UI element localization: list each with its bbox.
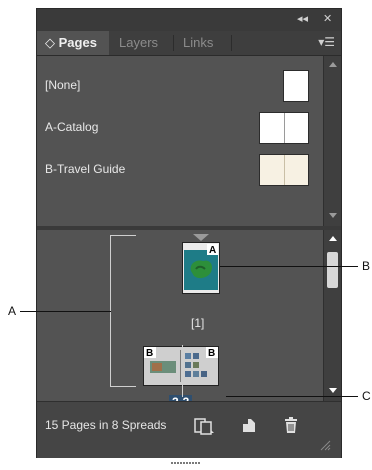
callout-c-pointer: [182, 345, 183, 397]
page-count-status: 15 Pages in 8 Spreads: [45, 418, 167, 432]
tab-active-icon: ◇: [45, 35, 55, 50]
tab-layers-label: Layers: [119, 35, 159, 50]
scroll-down-icon[interactable]: [329, 213, 337, 218]
panel-drag-grip[interactable]: [171, 452, 201, 470]
panel-footer: 15 Pages in 8 Spreads: [37, 401, 341, 464]
master-thumbnail[interactable]: [283, 70, 309, 102]
tab-pages-label: Pages: [58, 35, 97, 50]
master-row-a-catalog[interactable]: A-Catalog: [37, 110, 325, 146]
edit-page-size-icon[interactable]: [193, 416, 215, 441]
callout-b-label: B: [362, 259, 371, 273]
spread-left-master-letter: B: [146, 348, 153, 359]
callout-c-line: [226, 396, 358, 397]
close-panel-icon[interactable]: ✕: [323, 12, 332, 26]
master-label: B-Travel Guide: [45, 162, 126, 176]
spread-right-master-letter: B: [208, 348, 215, 359]
master-row-none[interactable]: [None]: [37, 68, 325, 104]
panel-tab-bar: ◇ Pages Layers Links ▾☰: [37, 31, 341, 56]
tab-pages[interactable]: ◇ Pages: [37, 31, 109, 55]
pages-scrollbar[interactable]: [323, 230, 341, 401]
master-thumbnail[interactable]: [259, 154, 309, 186]
masters-section: [None] A-Catalog B-Travel Guide: [37, 56, 325, 227]
scroll-up-icon[interactable]: [329, 236, 337, 241]
panel-menu-icon[interactable]: ▾☰: [318, 35, 335, 49]
callout-a-line: [20, 311, 111, 312]
spread-2-3-art: B B: [144, 347, 218, 382]
tab-divider: [173, 35, 174, 51]
tab-layers[interactable]: Layers: [111, 31, 166, 55]
master-thumbnail[interactable]: [259, 112, 309, 144]
spread-divider: [284, 113, 285, 143]
scroll-up-icon[interactable]: [329, 62, 337, 67]
delete-page-icon[interactable]: [283, 416, 299, 439]
callout-b-line: [220, 266, 358, 267]
callout-a-bracket-bottom: [110, 386, 136, 387]
callout-a-label: A: [8, 304, 17, 318]
tab-links-label: Links: [183, 35, 214, 50]
resize-grip-icon[interactable]: [319, 438, 331, 456]
page-1-master-letter: A: [209, 245, 216, 256]
panel-title-bar: ◂◂ ✕: [37, 9, 341, 31]
scroll-down-icon[interactable]: [329, 388, 337, 393]
masters-scrollbar[interactable]: [323, 56, 341, 226]
page-1-thumbnail[interactable]: A: [182, 242, 220, 294]
page-1-label: [1]: [191, 316, 205, 330]
master-row-b-travel-guide[interactable]: B-Travel Guide: [37, 152, 325, 188]
new-page-icon[interactable]: [241, 416, 257, 439]
scroll-thumb[interactable]: [327, 252, 338, 288]
collapse-panel-icon[interactable]: ◂◂: [297, 12, 308, 26]
callout-c-label: C: [362, 389, 371, 403]
callout-a-bracket-top: [110, 235, 136, 236]
spread-divider: [284, 155, 285, 185]
tab-divider: [231, 35, 232, 51]
pages-section: A [1] B B 2-3: [37, 230, 325, 409]
master-label: [None]: [45, 78, 81, 92]
tab-links[interactable]: Links: [175, 31, 221, 55]
master-label: A-Catalog: [45, 120, 99, 134]
spread-2-3-thumbnail[interactable]: B B: [143, 346, 219, 386]
pages-panel: ◂◂ ✕ ◇ Pages Layers Links ▾☰ [None] A-Ca…: [36, 8, 342, 464]
spine-marker-icon: [193, 234, 209, 241]
page-1-art: A: [184, 244, 218, 290]
